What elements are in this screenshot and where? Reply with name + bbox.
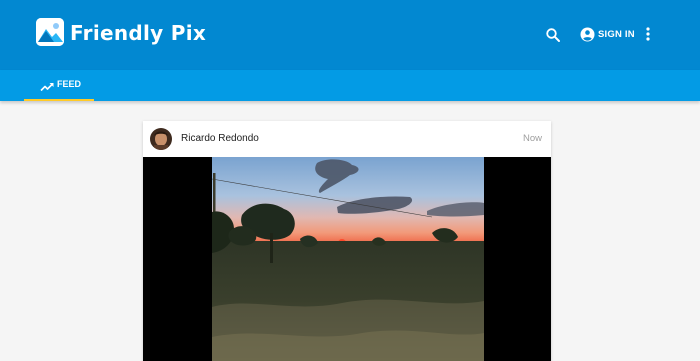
sign-in-button[interactable]: SIGN IN <box>580 25 635 43</box>
tab-bar: FEED <box>0 70 700 101</box>
post-timestamp: Now <box>522 133 542 144</box>
post-card: Ricardo Redondo Now <box>143 121 551 361</box>
tab-active-indicator <box>24 99 94 101</box>
more-vert-icon[interactable] <box>642 26 654 42</box>
tab-feed-label: FEED <box>57 79 82 89</box>
sunset-photo <box>212 157 484 361</box>
app-title[interactable]: Friendly Pix <box>70 19 206 47</box>
search-icon[interactable] <box>545 27 561 43</box>
app-bar: Friendly Pix SIGN IN <box>0 0 700 70</box>
avatar[interactable] <box>150 128 172 150</box>
tab-feed[interactable]: FEED <box>24 70 94 101</box>
account-circle-icon <box>580 27 595 42</box>
app-logo-icon[interactable] <box>36 18 64 46</box>
post-image[interactable] <box>143 157 551 361</box>
trending-up-icon <box>40 79 54 92</box>
author-name[interactable]: Ricardo Redondo <box>181 133 259 145</box>
sign-in-label: SIGN IN <box>598 28 635 40</box>
